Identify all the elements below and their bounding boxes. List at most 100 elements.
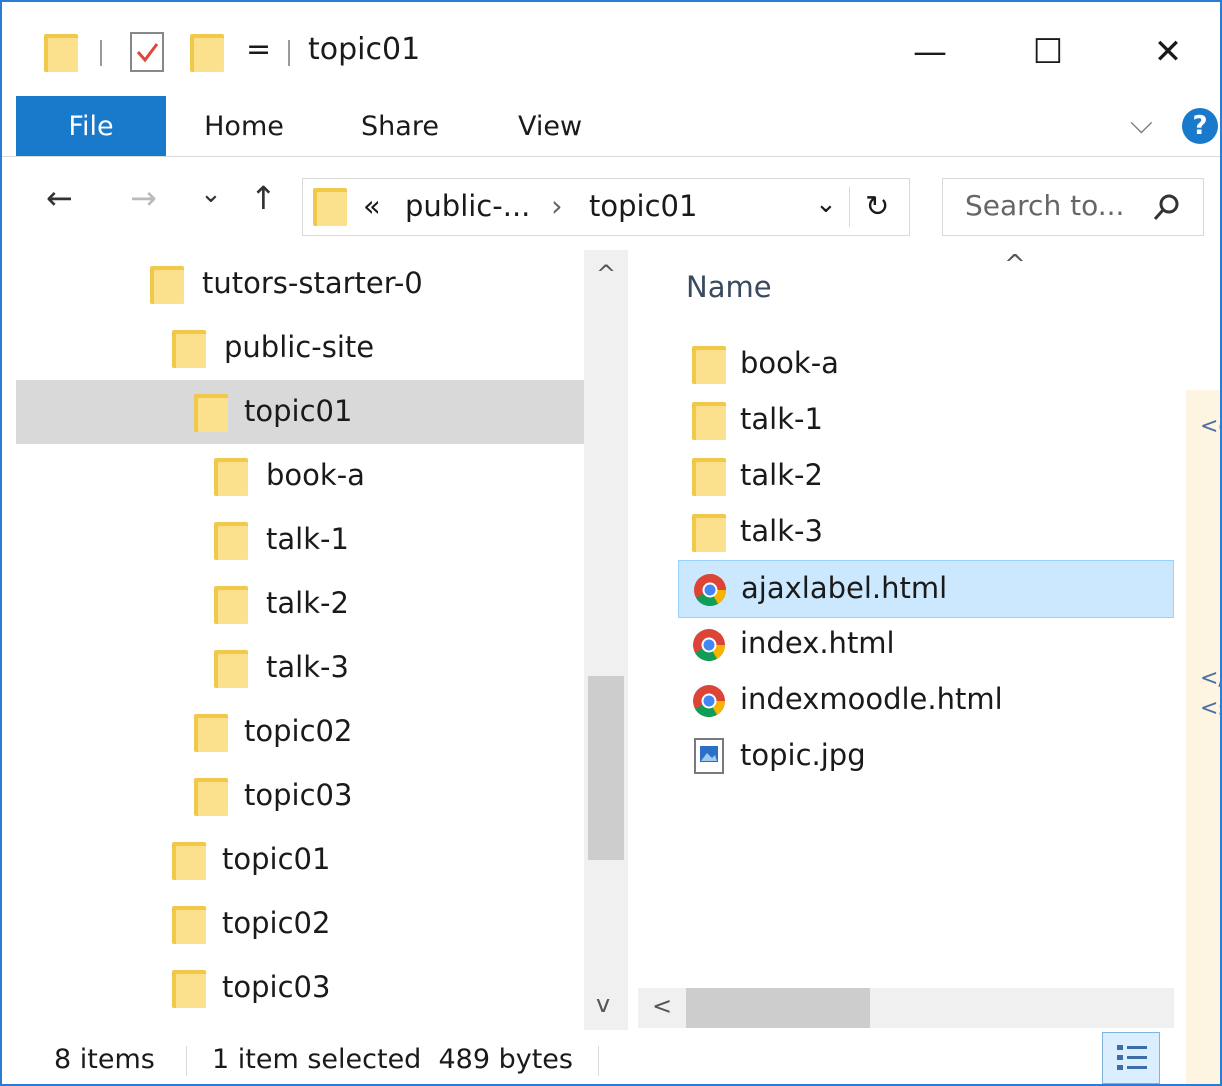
- properties-icon[interactable]: [130, 32, 164, 72]
- tree-item[interactable]: public-site: [16, 316, 584, 380]
- list-item-label: talk-3: [740, 514, 823, 548]
- list-item-label: talk-2: [740, 458, 823, 492]
- tree-item[interactable]: topic03: [16, 956, 584, 1010]
- scroll-up-icon[interactable]: ^: [596, 260, 616, 288]
- qat-separator: [100, 40, 102, 66]
- list-item[interactable]: topic.jpg: [678, 728, 1174, 786]
- details-view-icon: [1117, 1045, 1147, 1070]
- scroll-left-icon[interactable]: <: [652, 992, 672, 1020]
- ribbon: File Home Share View ⌵ ?: [2, 96, 1220, 157]
- tab-home[interactable]: Home: [192, 96, 296, 156]
- chrome-icon: [693, 629, 726, 662]
- list-item[interactable]: indexmoodle.html: [678, 672, 1174, 730]
- breadcrumb-topic01[interactable]: topic01: [589, 189, 697, 223]
- tree-item[interactable]: talk-1: [16, 508, 584, 572]
- list-item-label: indexmoodle.html: [740, 682, 1003, 716]
- tab-file[interactable]: File: [16, 96, 166, 156]
- list-item-selected[interactable]: ajaxlabel.html: [678, 560, 1174, 618]
- forward-button[interactable]: →: [130, 179, 157, 217]
- tree-item-selected[interactable]: topic01: [16, 380, 584, 444]
- folder-icon[interactable]: [44, 34, 78, 72]
- refresh-icon[interactable]: ↻: [865, 189, 889, 223]
- tree-item[interactable]: topic03: [16, 764, 584, 828]
- list-item-label: ajaxlabel.html: [741, 571, 948, 605]
- tree-item-label: talk-3: [266, 650, 349, 684]
- tree-item-label: topic01: [244, 394, 353, 428]
- tree-item[interactable]: topic02: [16, 700, 584, 764]
- minimize-button[interactable]: —: [900, 24, 960, 80]
- address-bar[interactable]: « public-... › topic01 ⌄ ↻: [302, 178, 910, 236]
- tree-item[interactable]: topic01: [16, 828, 584, 892]
- status-separator: [598, 1046, 599, 1076]
- search-input[interactable]: Search to...: [965, 189, 1124, 222]
- folder-icon: [692, 346, 726, 384]
- title-separator: [288, 40, 290, 66]
- tree-item[interactable]: talk-2: [16, 572, 584, 636]
- folder-icon: [194, 714, 228, 752]
- tab-view[interactable]: View: [504, 96, 596, 156]
- close-button[interactable]: ✕: [1138, 24, 1198, 80]
- tree-item-label: talk-1: [266, 522, 349, 556]
- item-count: 8 items: [54, 1044, 155, 1075]
- file-list: ^ Name book-a talk-1 talk-2 talk-3 ajaxl…: [638, 250, 1220, 990]
- new-folder-icon[interactable]: [190, 34, 224, 72]
- selection-info: 1 item selected 489 bytes: [212, 1044, 573, 1075]
- tab-share[interactable]: Share: [350, 96, 450, 156]
- breadcrumb-separator-icon[interactable]: ›: [551, 189, 563, 223]
- preview-line: <s: [1200, 696, 1220, 721]
- list-item[interactable]: talk-1: [678, 392, 1174, 450]
- recent-locations-button[interactable]: ⌄: [200, 179, 222, 209]
- folder-icon: [692, 402, 726, 440]
- window-title: topic01: [308, 32, 421, 67]
- details-view-button[interactable]: [1102, 1032, 1160, 1084]
- list-horizontal-scrollbar[interactable]: <: [638, 988, 1174, 1028]
- address-dropdown-icon[interactable]: ⌄: [815, 189, 837, 219]
- scroll-down-icon[interactable]: v: [596, 990, 610, 1018]
- folder-icon: [194, 394, 228, 432]
- list-item[interactable]: talk-2: [678, 448, 1174, 506]
- qat-dropdown-icon[interactable]: =: [246, 32, 271, 67]
- folder-icon: [194, 778, 228, 816]
- list-item-label: book-a: [740, 346, 839, 380]
- tree-item[interactable]: tutors-starter-0: [16, 252, 584, 316]
- tree-item-label: talk-2: [266, 586, 349, 620]
- preview-pane: <c </ <s: [1186, 390, 1220, 1084]
- tree-item[interactable]: talk-3: [16, 636, 584, 700]
- search-box[interactable]: Search to...: [942, 178, 1204, 236]
- tree-item[interactable]: book-a: [16, 444, 584, 508]
- folder-icon: [214, 586, 248, 624]
- title-bar: = topic01 — ☐ ✕: [2, 2, 1220, 96]
- folder-icon: [172, 330, 206, 368]
- tree-item[interactable]: topic02: [16, 892, 584, 956]
- tree-scrollbar[interactable]: ^ v: [584, 250, 628, 1030]
- chrome-icon: [694, 574, 727, 607]
- tree-item-label: book-a: [266, 458, 365, 492]
- list-item[interactable]: talk-3: [678, 504, 1174, 562]
- breadcrumb-overflow-icon[interactable]: «: [363, 189, 381, 223]
- preview-line: <c: [1200, 414, 1220, 439]
- ribbon-collapse-icon[interactable]: ⌵: [1130, 106, 1153, 141]
- folder-icon: [172, 970, 206, 1008]
- maximize-button[interactable]: ☐: [1018, 24, 1078, 80]
- search-icon[interactable]: [1151, 193, 1181, 223]
- scroll-thumb[interactable]: [686, 988, 870, 1028]
- folder-icon: [214, 650, 248, 688]
- folder-icon: [692, 458, 726, 496]
- list-item[interactable]: index.html: [678, 616, 1174, 674]
- folder-icon: [150, 266, 184, 304]
- folder-icon: [692, 514, 726, 552]
- folder-icon: [214, 458, 248, 496]
- tree-item-label: topic02: [222, 906, 331, 940]
- back-button[interactable]: ←: [46, 179, 73, 217]
- scroll-thumb[interactable]: [588, 676, 624, 860]
- list-item[interactable]: book-a: [678, 336, 1174, 394]
- tree-item-label: topic02: [244, 714, 353, 748]
- breadcrumb-public-site[interactable]: public-...: [405, 189, 530, 223]
- list-item-label: index.html: [740, 626, 895, 660]
- help-icon[interactable]: ?: [1182, 108, 1218, 144]
- folder-icon: [172, 842, 206, 880]
- chrome-icon: [693, 685, 726, 718]
- up-button[interactable]: ↑: [250, 179, 277, 217]
- column-header-name[interactable]: Name: [686, 270, 772, 304]
- list-item-label: topic.jpg: [740, 738, 866, 772]
